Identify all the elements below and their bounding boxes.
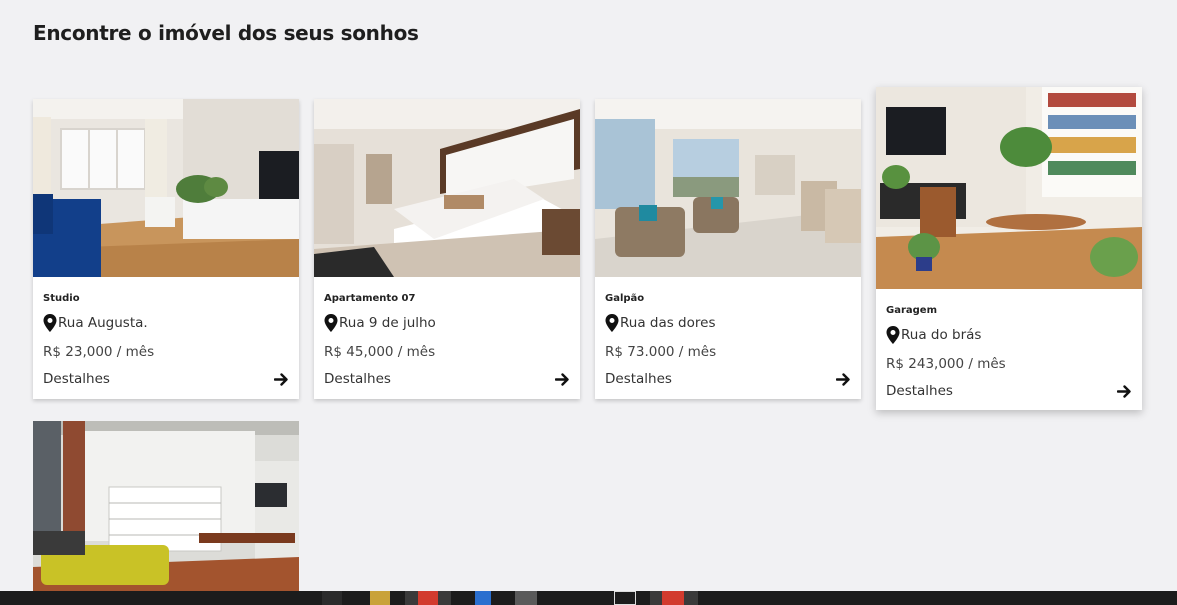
taskbar-app-icon[interactable]	[515, 591, 537, 605]
property-address-text: Rua das dores	[620, 315, 716, 331]
map-pin-icon	[605, 314, 619, 332]
property-address: Rua 9 de julho	[324, 314, 436, 332]
property-name: Apartamento 07	[324, 293, 416, 304]
property-name: Garagem	[886, 305, 937, 316]
property-price: R$ 23,000 / mês	[43, 344, 155, 360]
folder-icon[interactable]	[370, 591, 390, 605]
taskbar-app-icon[interactable]	[322, 591, 342, 605]
arrow-right-icon[interactable]	[274, 372, 289, 387]
details-link[interactable]: Destalhes	[605, 371, 672, 387]
property-price: R$ 73.000 / mês	[605, 344, 717, 360]
property-card-studio[interactable]: Studio Rua Augusta. R$ 23,000 / mês Dest…	[33, 99, 299, 399]
details-link[interactable]: Destalhes	[43, 371, 110, 387]
map-pin-icon	[43, 314, 57, 332]
property-name: Galpão	[605, 293, 645, 304]
taskbar-app-icon[interactable]	[614, 591, 636, 605]
property-address: Rua Augusta.	[43, 314, 148, 332]
property-photo[interactable]	[33, 99, 299, 277]
property-name: Studio	[43, 293, 80, 304]
details-link[interactable]: Destalhes	[886, 383, 953, 399]
map-pin-icon	[886, 326, 900, 344]
property-address: Rua das dores	[605, 314, 715, 332]
taskbar-app-icon[interactable]	[418, 591, 438, 605]
taskbar-app-icon[interactable]	[475, 591, 491, 605]
arrow-right-icon[interactable]	[555, 372, 570, 387]
property-address-text: Rua Augusta.	[58, 315, 148, 331]
details-link[interactable]: Destalhes	[324, 371, 391, 387]
property-photo[interactable]	[876, 87, 1142, 289]
property-address-text: Rua do brás	[901, 327, 982, 343]
property-price: R$ 45,000 / mês	[324, 344, 436, 360]
property-price: R$ 243,000 / mês	[886, 356, 1006, 372]
map-pin-icon	[324, 314, 338, 332]
property-card-5[interactable]	[33, 421, 299, 591]
page-title: Encontre o imóvel dos seus sonhos	[33, 21, 419, 45]
property-card-apartamento-07[interactable]: Apartamento 07 Rua 9 de julho R$ 45,000 …	[314, 99, 580, 399]
property-card-garagem[interactable]: Garagem Rua do brás R$ 243,000 / mês Des…	[876, 87, 1142, 410]
property-photo[interactable]	[595, 99, 861, 277]
arrow-right-icon[interactable]	[1117, 384, 1132, 399]
property-address: Rua do brás	[886, 326, 981, 344]
os-taskbar	[0, 591, 1177, 605]
property-photo[interactable]	[33, 421, 299, 591]
property-photo[interactable]	[314, 99, 580, 277]
property-address-text: Rua 9 de julho	[339, 315, 436, 331]
taskbar-app-icon[interactable]	[662, 591, 684, 605]
arrow-right-icon[interactable]	[836, 372, 851, 387]
property-card-galpao[interactable]: Galpão Rua das dores R$ 73.000 / mês Des…	[595, 99, 861, 399]
